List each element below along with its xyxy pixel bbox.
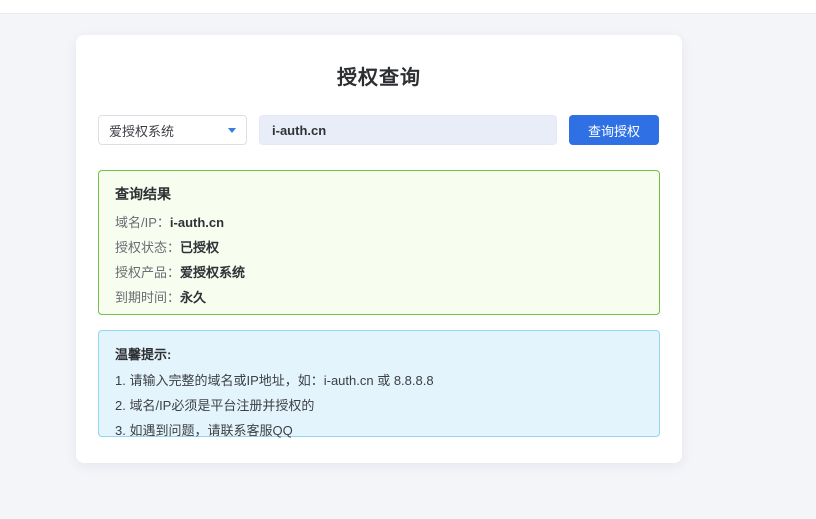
tip-item: 1. 请输入完整的域名或IP地址，如：i-auth.cn 或 8.8.8.8 (115, 373, 643, 388)
result-row-expiry: 到期时间：永久 (115, 291, 643, 304)
result-label: 域名/IP： (115, 215, 170, 230)
tips-panel: 温馨提示: 1. 请输入完整的域名或IP地址，如：i-auth.cn 或 8.8… (98, 330, 660, 437)
result-row-product: 授权产品：爱授权系统 (115, 266, 643, 279)
result-value: 爱授权系统 (180, 265, 245, 280)
tip-item: 2. 域名/IP必须是平台注册并授权的 (115, 398, 643, 413)
result-value: 永久 (180, 290, 206, 305)
result-panel: 查询结果 域名/IP：i-auth.cn 授权状态：已授权 授权产品：爱授权系统… (98, 170, 660, 315)
tip-item: 3. 如遇到问题，请联系客服QQ (115, 423, 643, 438)
query-auth-button[interactable]: 查询授权 (569, 115, 659, 145)
result-row-domain: 域名/IP：i-auth.cn (115, 216, 643, 229)
result-value: i-auth.cn (170, 215, 224, 230)
product-select[interactable]: 爱授权系统 (98, 115, 247, 145)
auth-query-card: 授权查询 爱授权系统 查询授权 查询结果 域名/IP：i-auth.cn 授权状… (76, 35, 682, 463)
chevron-down-icon (228, 128, 236, 133)
product-select-value: 爱授权系统 (109, 121, 174, 140)
result-panel-title: 查询结果 (115, 184, 643, 204)
query-form-row: 爱授权系统 查询授权 (98, 115, 660, 145)
page-title: 授权查询 (98, 61, 660, 90)
domain-input[interactable] (259, 115, 557, 145)
result-label: 授权状态： (115, 240, 180, 255)
result-value: 已授权 (180, 240, 219, 255)
result-row-status: 授权状态：已授权 (115, 241, 643, 254)
tips-panel-title: 温馨提示: (115, 344, 643, 363)
result-label: 授权产品： (115, 265, 180, 280)
result-label: 到期时间： (115, 290, 180, 305)
top-bar (0, 0, 816, 14)
